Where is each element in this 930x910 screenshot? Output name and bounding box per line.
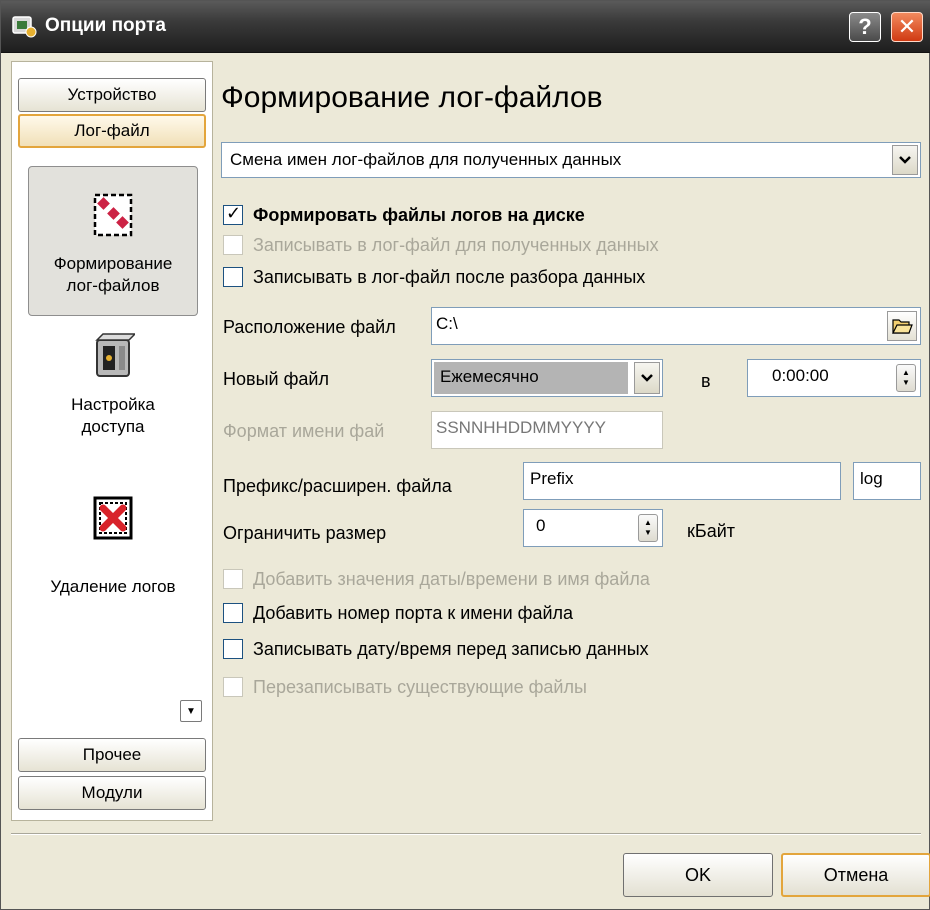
- sidebar-item-label: доступа: [81, 417, 145, 436]
- sidebar-item-log-generation[interactable]: Формирование лог-файлов: [28, 166, 198, 316]
- checkbox-label: Добавить номер порта к имени файла: [253, 602, 574, 623]
- sidebar-item-label: Настройка: [71, 395, 155, 414]
- page-title: Формирование лог-файлов: [221, 81, 603, 114]
- time-value: 0:00:00: [772, 366, 829, 385]
- log-received-data-checkbox: Записывать в лог-файл для полученных дан…: [223, 233, 659, 257]
- new-file-period-select[interactable]: Ежемесячно: [431, 359, 663, 397]
- title-bar[interactable]: Опции порта ? ✕: [1, 1, 930, 53]
- checkmark-icon: ✓: [226, 203, 242, 223]
- checkbox-label: Записывать дату/время перед записью данн…: [253, 638, 649, 659]
- cancel-button[interactable]: Отмена: [781, 853, 930, 897]
- spinner-icon[interactable]: ▲ ▼: [896, 364, 916, 392]
- help-button[interactable]: ?: [849, 12, 881, 42]
- add-datetime-to-name-checkbox: Добавить значения даты/времени в имя фай…: [223, 567, 650, 591]
- sidebar-item-label: Формирование: [53, 254, 173, 273]
- sidebar-item-label: Удаление логов: [50, 577, 176, 596]
- checkbox-box: [223, 677, 243, 697]
- time-input[interactable]: 0:00:00 ▲ ▼: [747, 359, 921, 397]
- at-label: в: [701, 371, 711, 391]
- sidebar-item-label: лог-файлов: [66, 276, 160, 295]
- close-button[interactable]: ✕: [891, 12, 923, 42]
- new-file-period-value: Ежемесячно: [440, 367, 539, 386]
- file-location-input[interactable]: C:\: [431, 307, 921, 345]
- sidebar: Устройство Лог-файл Формирование лог-фай…: [11, 61, 213, 821]
- checkbox-label: Перезаписывать существующие файлы: [253, 676, 587, 697]
- name-format-value: SSNNHHDDMMYYYY: [436, 418, 607, 437]
- overwrite-files-checkbox: Перезаписывать существующие файлы: [223, 675, 587, 699]
- prefix-extension-label: Префикс/расширен. файла: [223, 476, 452, 496]
- size-unit-label: кБайт: [687, 521, 735, 541]
- prefix-value: Prefix: [530, 469, 574, 488]
- sidebar-item-access-settings[interactable]: Настройка доступа: [28, 332, 198, 438]
- size-limit-label: Ограничить размер: [223, 523, 387, 543]
- server-access-icon: [95, 333, 135, 377]
- checkbox-label: Записывать в лог-файл для полученных дан…: [253, 234, 659, 255]
- checkbox-box[interactable]: ✓: [223, 203, 243, 225]
- chevron-down-icon[interactable]: [634, 362, 660, 394]
- prefix-input[interactable]: Prefix: [523, 462, 841, 500]
- checkbox-box[interactable]: [223, 639, 243, 659]
- chevron-down-icon[interactable]: ▼: [180, 700, 202, 722]
- create-log-files-checkbox[interactable]: ✓ Формировать файлы логов на диске: [223, 203, 585, 227]
- checkbox-box: [223, 569, 243, 589]
- checkbox-label: Добавить значения даты/времени в имя фай…: [253, 568, 650, 589]
- sidebar-item-delete-logs[interactable]: Удаление логов: [28, 494, 198, 598]
- size-limit-value: 0: [536, 516, 546, 535]
- window-title: Опции порта: [45, 15, 166, 36]
- name-format-label: Формат имени фай: [223, 421, 385, 441]
- sidebar-button-log-file[interactable]: Лог-файл: [18, 114, 206, 148]
- write-datetime-before-data-checkbox[interactable]: Записывать дату/время перед записью данн…: [223, 637, 649, 661]
- checkbox-box[interactable]: [223, 267, 243, 287]
- file-location-label: Расположение файл: [223, 317, 396, 337]
- sidebar-button-modules[interactable]: Модули: [18, 776, 206, 810]
- checkbox-label: Записывать в лог-файл после разбора данн…: [253, 266, 646, 287]
- extension-input[interactable]: log: [853, 462, 921, 500]
- new-file-label: Новый файл: [223, 369, 329, 389]
- spinner-icon[interactable]: ▲ ▼: [638, 514, 658, 542]
- log-mode-select[interactable]: Смена имен лог-файлов для полученных дан…: [221, 142, 921, 178]
- app-icon: [12, 16, 37, 38]
- ok-button[interactable]: OK: [623, 853, 773, 897]
- extension-value: log: [860, 469, 883, 488]
- sidebar-button-other[interactable]: Прочее: [18, 738, 206, 772]
- log-files-icon: [93, 193, 133, 237]
- size-limit-input[interactable]: 0 ▲ ▼: [523, 509, 663, 547]
- folder-open-icon[interactable]: [887, 311, 917, 341]
- log-after-parse-checkbox[interactable]: Записывать в лог-файл после разбора данн…: [223, 265, 645, 289]
- port-options-dialog: Опции порта ? ✕ Устройство Лог-файл Форм…: [0, 0, 930, 910]
- add-port-number-checkbox[interactable]: Добавить номер порта к имени файла: [223, 601, 573, 625]
- checkbox-box: [223, 235, 243, 255]
- checkbox-box[interactable]: [223, 603, 243, 623]
- log-mode-value: Смена имен лог-файлов для полученных дан…: [230, 150, 622, 169]
- chevron-down-icon[interactable]: [892, 145, 918, 175]
- sidebar-button-device[interactable]: Устройство: [18, 78, 206, 112]
- checkbox-label: Формировать файлы логов на диске: [253, 204, 585, 225]
- delete-logs-icon: [93, 496, 133, 540]
- name-format-input: SSNNHHDDMMYYYY: [431, 411, 663, 449]
- divider: [11, 833, 921, 835]
- file-location-value: C:\: [436, 314, 458, 333]
